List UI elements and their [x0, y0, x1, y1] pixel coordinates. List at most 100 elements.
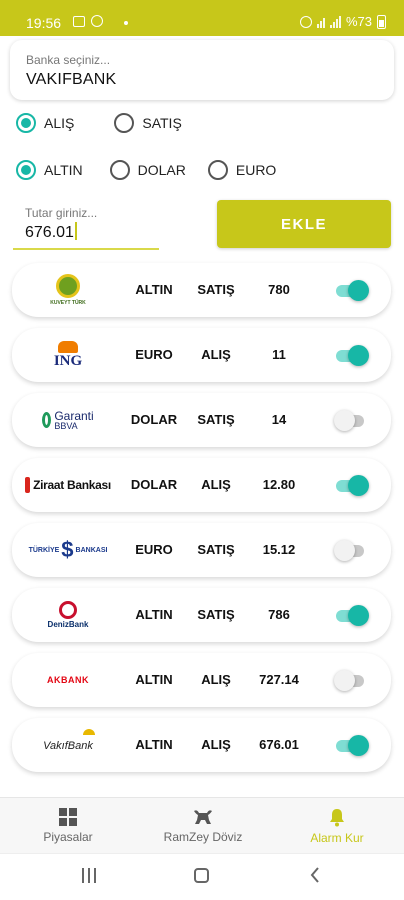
battery-percent: %73: [345, 14, 372, 29]
alarm-row: VakıfBank ALTIN ALIŞ 676.01: [12, 718, 391, 772]
amount-input[interactable]: Tutar giriniz... 676.01: [13, 200, 159, 250]
gallery-icon: [73, 15, 85, 27]
alarm-toggle[interactable]: [334, 735, 369, 756]
denizbank-logo: DenizBank: [16, 588, 120, 642]
alarm-amount: 12.80: [262, 477, 296, 492]
alarm-currency: ALTIN: [135, 737, 173, 752]
alarm-row: ING EURO ALIŞ 11: [12, 328, 391, 382]
alarm-type: SATIŞ: [197, 282, 235, 297]
bell-icon: [330, 808, 344, 826]
is-bankasi-logo-text-1: TÜRKİYE: [28, 546, 60, 554]
more-notifications-icon: [124, 21, 128, 25]
add-alarm-button[interactable]: EKLE: [217, 200, 391, 248]
nav-piyasalar-label: Piyasalar: [43, 830, 93, 844]
vakifbank-logo: VakıfBank: [16, 718, 120, 772]
battery-icon: [377, 14, 386, 29]
ing-logo: ING: [16, 328, 120, 382]
radio-satis-indicator: [114, 113, 135, 133]
wifi-icon: [316, 16, 325, 28]
radio-satis-label: SATIŞ: [142, 115, 182, 131]
alarm-currency: ALTIN: [135, 282, 173, 297]
trade-type-group: ALIŞ SATIŞ: [16, 113, 182, 133]
radio-dolar[interactable]: DOLAR: [109, 160, 186, 180]
vakifbank-logo-text: VakıfBank: [43, 740, 93, 752]
alarm-amount: 14: [271, 412, 287, 427]
alarm-type: ALIŞ: [201, 477, 231, 492]
alarm-row: AKBANK ALTIN ALIŞ 727.14: [12, 653, 391, 707]
radio-altin-indicator: [16, 160, 36, 180]
alarm-toggle[interactable]: [334, 605, 369, 626]
kuveyt-turk-logo: KUVEYT TÜRK: [16, 263, 120, 317]
radio-euro[interactable]: EURO: [207, 160, 277, 180]
is-bankasi-logo: TÜRKİYE $ BANKASI: [28, 537, 108, 562]
alarm-currency: EURO: [135, 347, 173, 362]
alarm-currency: DOLAR: [130, 412, 178, 427]
recent-apps-icon[interactable]: [82, 868, 96, 883]
garanti-bbva-logo: Garanti BBVA: [16, 393, 120, 447]
bank-select[interactable]: Banka seçiniz... VAKIFBANK: [10, 40, 394, 100]
alarm-amount: 780: [268, 282, 290, 297]
dashboard-icon: [59, 808, 77, 826]
alarm-row: TÜRKİYE $ BANKASI EURO SATIŞ 15.12: [12, 523, 391, 577]
alarm-type: ALIŞ: [201, 347, 231, 362]
alarm-currency: EURO: [135, 542, 173, 557]
status-time: 19:56: [26, 15, 62, 31]
alarm-amount: 676.01: [259, 737, 299, 752]
amount-value: 676.01: [25, 222, 77, 242]
bbva-logo-text: BBVA: [54, 420, 78, 431]
nav-ramzey-doviz[interactable]: RamZey Döviz: [148, 798, 258, 854]
alarm-toggle[interactable]: [334, 410, 368, 431]
alarm-toggle[interactable]: [334, 540, 368, 561]
notification-icons: [73, 15, 103, 27]
bull-icon: [194, 810, 212, 824]
alarm-icon: [299, 15, 312, 28]
alarm-type: ALIŞ: [201, 737, 231, 752]
alarm-row: Garanti BBVA DOLAR SATIŞ 14: [12, 393, 391, 447]
alarm-amount: 786: [268, 607, 290, 622]
back-icon[interactable]: [310, 866, 320, 889]
nav-piyasalar[interactable]: Piyasalar: [14, 798, 122, 854]
garanti-logo-text: Garanti: [54, 408, 94, 423]
radio-altin[interactable]: ALTIN: [16, 160, 83, 180]
nav-alarm-kur[interactable]: Alarm Kur: [292, 798, 382, 854]
alarm-toggle[interactable]: [334, 475, 369, 496]
radio-dolar-label: DOLAR: [137, 162, 186, 178]
is-bankasi-logo-text-2: BANKASI: [75, 546, 108, 554]
amount-value-text: 676.01: [25, 224, 74, 241]
akbank-logo: AKBANK: [16, 653, 120, 707]
alarm-type: SATIŞ: [197, 542, 235, 557]
radio-euro-label: EURO: [235, 162, 277, 178]
currency-group: ALTIN DOLAR EURO: [16, 160, 276, 180]
bottom-nav: Piyasalar RamZey Döviz Alarm Kur: [0, 797, 404, 853]
alarm-toggle[interactable]: [334, 280, 369, 301]
radio-alis-indicator: [16, 113, 36, 133]
radio-satis[interactable]: SATIŞ: [114, 113, 182, 133]
ziraat-logo: Ziraat Bankası: [16, 458, 120, 512]
denizbank-logo-text: DenizBank: [47, 620, 89, 629]
bank-select-placeholder: Banka seçiniz...: [26, 53, 111, 67]
alarm-row: KUVEYT TÜRK ALTIN SATIŞ 780: [12, 263, 391, 317]
alarm-amount: 727.14: [259, 672, 299, 687]
app-notification-icon: [91, 15, 103, 27]
amount-placeholder: Tutar giriniz...: [25, 206, 98, 220]
alarm-type: SATIŞ: [197, 607, 235, 622]
kuveyt-turk-logo-text: KUVEYT TÜRK: [50, 300, 86, 306]
alarm-row: DenizBank ALTIN SATIŞ 786: [12, 588, 391, 642]
alarm-toggle[interactable]: [334, 670, 368, 691]
radio-alis[interactable]: ALIŞ: [16, 113, 74, 133]
nav-ramzey-doviz-label: RamZey Döviz: [163, 830, 243, 844]
ziraat-logo-text: Ziraat Bankası: [33, 478, 111, 492]
alarm-type: ALIŞ: [201, 672, 231, 687]
home-icon[interactable]: [194, 868, 209, 883]
alarm-currency: ALTIN: [135, 672, 173, 687]
radio-euro-indicator: [207, 160, 228, 180]
status-bar: 19:56 %73: [0, 0, 404, 36]
bank-select-value: VAKIFBANK: [26, 71, 117, 88]
alarm-row: Ziraat Bankası DOLAR ALIŞ 12.80: [12, 458, 391, 512]
status-right: %73: [299, 14, 386, 29]
akbank-logo-text: AKBANK: [47, 675, 89, 685]
alarm-currency: ALTIN: [135, 607, 173, 622]
alarm-amount: 11: [272, 347, 286, 362]
alarm-toggle[interactable]: [334, 345, 369, 366]
nav-alarm-kur-label: Alarm Kur: [310, 830, 364, 845]
